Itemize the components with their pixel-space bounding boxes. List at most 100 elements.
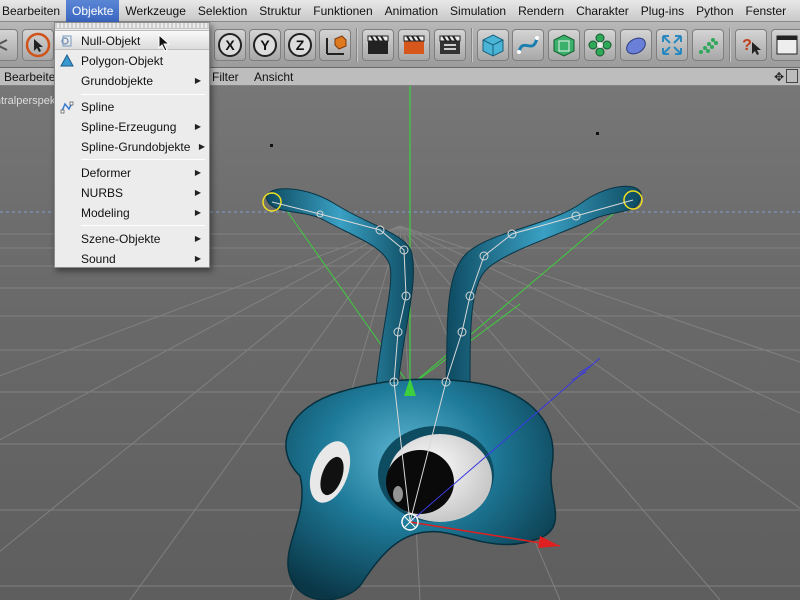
menu-separator	[81, 94, 205, 95]
submenu-arrow-icon: ▶	[194, 122, 201, 131]
svg-text:X: X	[225, 37, 235, 53]
menu-item-label: NURBS	[81, 186, 124, 200]
menu-item-deformer[interactable]: Deformer ▶	[55, 163, 209, 183]
objects-dropdown-menu: Null-Objekt Polygon-Objekt Grundobjekte …	[54, 22, 210, 268]
submenu-arrow-icon: ▶	[194, 234, 201, 243]
clapperboard-icon	[367, 35, 389, 54]
help-question-icon: ?	[742, 37, 761, 55]
x-axis-icon: X	[218, 33, 242, 57]
clapperboard-settings-icon	[439, 35, 461, 54]
y-axis-button[interactable]: Y	[249, 29, 281, 61]
clapperboard-active-icon	[403, 35, 425, 54]
menu-fenster[interactable]: Fenster	[740, 0, 793, 22]
polygon-object-icon	[60, 54, 74, 67]
coordinate-system-icon	[326, 35, 347, 55]
move-view-icon[interactable]: ✥	[774, 70, 784, 84]
z-axis-button[interactable]: Z	[284, 29, 316, 61]
submenu-arrow-icon: ▶	[194, 168, 201, 177]
menu-item-sound[interactable]: Sound ▶	[55, 249, 209, 269]
menu-item-label: Deformer	[81, 166, 132, 180]
menu-animation[interactable]: Animation	[379, 0, 444, 22]
viewport-menu-bearbeiten[interactable]: Bearbeite	[4, 68, 55, 86]
menu-item-label: Sound	[81, 252, 116, 266]
menubar: Bearbeiten Objekte Werkzeuge Selektion S…	[0, 0, 800, 22]
mouse-cursor-icon	[158, 34, 171, 52]
menu-item-spline[interactable]: Spline	[55, 97, 209, 117]
menu-item-label: Modeling	[81, 206, 130, 220]
menu-charakter[interactable]: Charakter	[570, 0, 635, 22]
cube-icon	[482, 34, 504, 57]
undo-button[interactable]	[0, 29, 18, 61]
submenu-arrow-icon: ▶	[198, 142, 205, 151]
svg-text:?: ?	[742, 37, 752, 54]
menu-item-null-object[interactable]: Null-Objekt	[55, 30, 209, 50]
cube-button[interactable]	[477, 29, 509, 61]
menu-item-polygon-object[interactable]: Polygon-Objekt	[55, 51, 209, 71]
render-picture-viewer-button[interactable]	[398, 29, 430, 61]
selection-arrow-icon	[25, 32, 51, 58]
menu-item-spline-erzeugung[interactable]: Spline-Erzeugung ▶	[55, 117, 209, 137]
menu-item-label: Spline-Grundobjekte	[81, 140, 191, 154]
menu-item-label: Null-Objekt	[81, 34, 141, 48]
menu-funktionen[interactable]: Funktionen	[307, 0, 378, 22]
maximize-view-icon[interactable]	[786, 69, 798, 83]
menu-objekte[interactable]: Objekte	[66, 0, 120, 22]
menu-separator	[81, 225, 205, 226]
submenu-arrow-icon: ▶	[194, 76, 201, 85]
svg-text:Y: Y	[260, 37, 270, 53]
menu-item-modeling[interactable]: Modeling ▶	[55, 203, 209, 223]
menu-item-label: Grundobjekte	[81, 74, 154, 88]
menu-bearbeiten[interactable]: Bearbeiten	[0, 0, 66, 22]
viewport-menu-filter[interactable]: Filter	[212, 68, 239, 86]
spline-tool-button[interactable]	[512, 29, 544, 61]
expand-arrows-icon	[662, 35, 682, 55]
toolbar-separator	[356, 28, 358, 62]
array-flower-icon	[588, 33, 612, 57]
x-axis-button[interactable]: X	[214, 29, 246, 61]
particles-icon	[699, 38, 718, 54]
undo-icon	[0, 39, 8, 51]
scene-button[interactable]	[656, 29, 688, 61]
menu-item-label: Spline	[81, 100, 115, 114]
deformer-icon	[626, 37, 646, 55]
nurbs-cube-icon	[553, 34, 575, 57]
null-object-icon	[61, 35, 72, 47]
toolbar-separator	[471, 28, 473, 62]
menu-item-label: Spline-Erzeugung	[81, 120, 177, 134]
spline-icon	[60, 101, 74, 114]
layout-button[interactable]	[771, 29, 800, 61]
array-button[interactable]	[584, 29, 616, 61]
menu-item-nurbs[interactable]: NURBS ▶	[55, 183, 209, 203]
nurbs-button[interactable]	[548, 29, 580, 61]
submenu-arrow-icon: ▶	[194, 254, 201, 263]
svg-text:Z: Z	[296, 37, 305, 53]
render-settings-button[interactable]	[434, 29, 466, 61]
menu-item-spline-grundobjekte[interactable]: Spline-Grundobjekte ▶	[55, 137, 209, 157]
particles-button[interactable]	[692, 29, 724, 61]
menu-plugins[interactable]: Plug-ins	[635, 0, 690, 22]
menu-tearoff-handle[interactable]	[55, 23, 209, 29]
menu-rendern[interactable]: Rendern	[512, 0, 570, 22]
live-selection-button[interactable]	[22, 29, 54, 61]
menu-item-label: Polygon-Objekt	[81, 54, 164, 68]
menu-struktur[interactable]: Struktur	[253, 0, 307, 22]
menu-selektion[interactable]: Selektion	[192, 0, 253, 22]
submenu-arrow-icon: ▶	[194, 188, 201, 197]
menu-item-label: Szene-Objekte	[81, 232, 161, 246]
spline-pen-icon	[517, 36, 539, 54]
help-button[interactable]: ?	[735, 29, 767, 61]
menu-simulation[interactable]: Simulation	[444, 0, 512, 22]
menu-item-grundobjekte[interactable]: Grundobjekte ▶	[55, 71, 209, 91]
layout-window-icon	[776, 35, 798, 55]
submenu-arrow-icon: ▶	[194, 208, 201, 217]
menu-python[interactable]: Python	[690, 0, 739, 22]
render-view-button[interactable]	[362, 29, 394, 61]
viewport-menu-ansicht[interactable]: Ansicht	[254, 68, 293, 86]
menu-werkzeuge[interactable]: Werkzeuge	[119, 0, 191, 22]
toolbar-separator	[729, 28, 731, 62]
coordinate-system-button[interactable]	[319, 29, 351, 61]
menu-item-szene-objekte[interactable]: Szene-Objekte ▶	[55, 229, 209, 249]
deformer-button[interactable]	[620, 29, 652, 61]
z-axis-icon: Z	[288, 33, 312, 57]
menu-separator	[81, 159, 205, 160]
